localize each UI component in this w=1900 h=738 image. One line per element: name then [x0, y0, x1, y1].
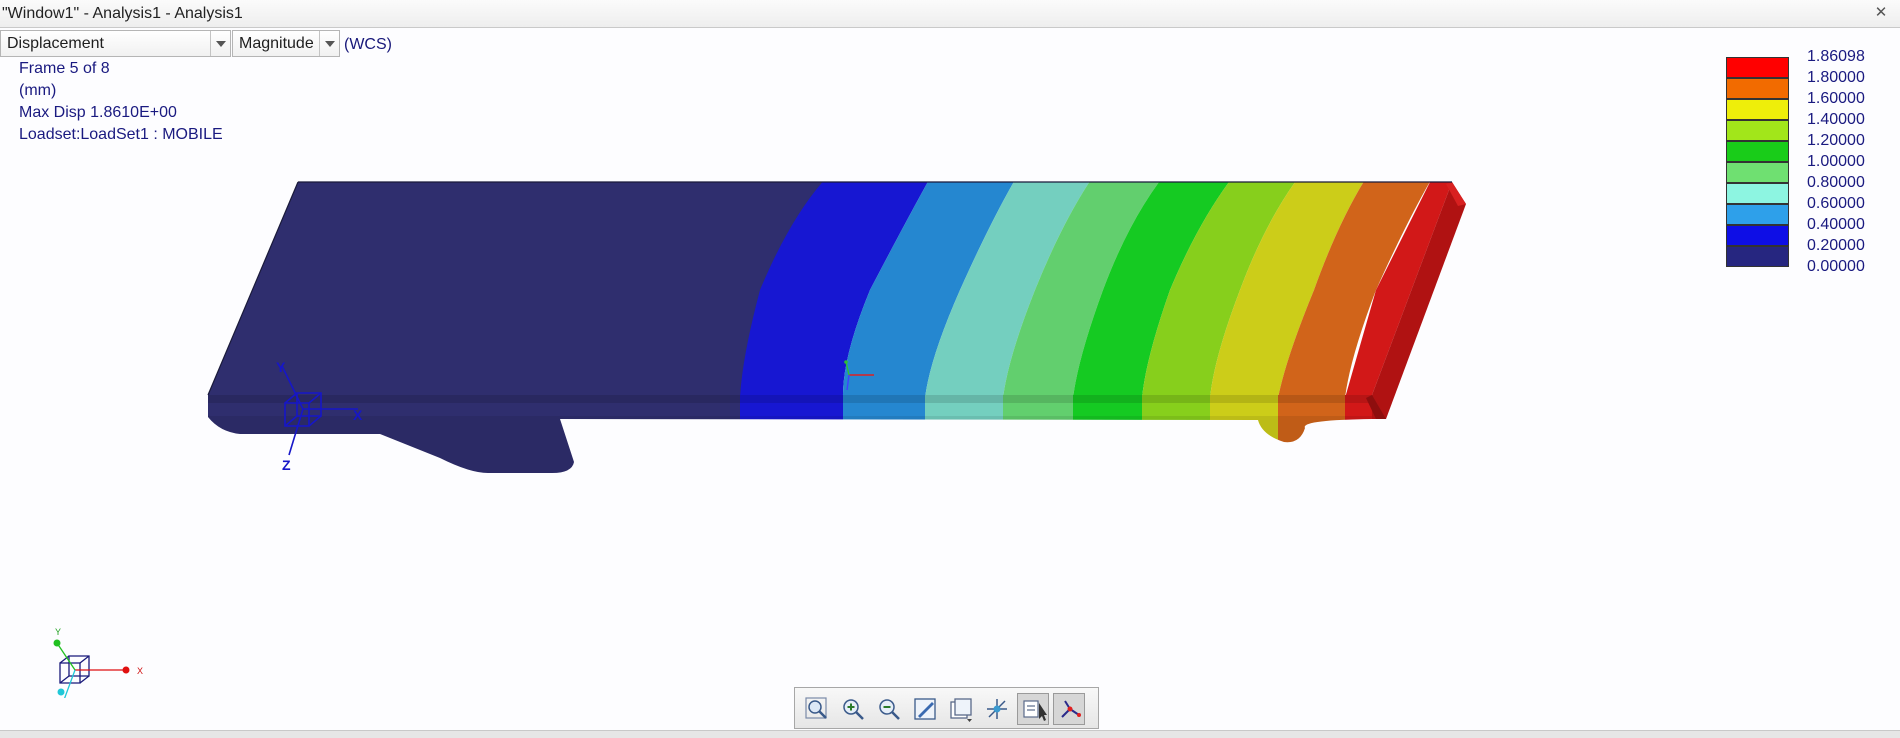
model-top-face: [208, 182, 1452, 395]
result-info: Frame 5 of 8 (mm) Max Disp 1.8610E+00 Lo…: [19, 58, 223, 146]
legend-swatch: [1726, 183, 1789, 204]
refit-icon: [805, 697, 827, 719]
legend-label: 1.20000: [1807, 132, 1865, 149]
close-icon[interactable]: ✕: [1872, 4, 1890, 22]
legend-label: 1.60000: [1807, 90, 1865, 107]
spin-center-button[interactable]: [981, 693, 1013, 725]
units-label: (mm): [19, 82, 57, 99]
spin-center-icon: [987, 699, 1007, 719]
saved-views-icon: [950, 698, 972, 722]
window-title: "Window1" - Analysis1 - Analysis1: [2, 5, 243, 22]
repaint-button[interactable]: [909, 693, 941, 725]
legend-label: 0.80000: [1807, 174, 1865, 191]
legend-label: 1.00000: [1807, 153, 1865, 170]
query-icon: [1023, 700, 1047, 721]
refit-button[interactable]: [801, 693, 833, 725]
model-front-face: [208, 395, 1372, 473]
legend-swatch: [1726, 78, 1789, 99]
legend-label: 0.60000: [1807, 195, 1865, 212]
model-csys-y-label: Y: [276, 359, 286, 375]
legend-swatch: [1726, 141, 1789, 162]
dynamic-query-button[interactable]: [1053, 693, 1085, 725]
legend-swatch: [1726, 99, 1789, 120]
chevron-down-icon[interactable]: [210, 31, 230, 56]
legend-label: 0.40000: [1807, 216, 1865, 233]
zoom-in-icon: [843, 699, 864, 720]
loadset-label: Loadset:LoadSet1 : MOBILE: [19, 126, 223, 143]
status-bar: [0, 730, 1900, 738]
legend-label: 1.86098: [1807, 48, 1865, 65]
result-type-value: Displacement: [7, 35, 104, 52]
chevron-down-icon[interactable]: [319, 31, 339, 56]
view-toolbar: [794, 687, 1099, 729]
tripod-x-label: X: [137, 666, 143, 676]
legend-swatch: [1726, 246, 1789, 267]
results-viewport[interactable]: X Y Z Displacement Magnitude (WCS) Frame…: [0, 28, 1900, 730]
legend-label: 0.00000: [1807, 258, 1865, 275]
color-legend: 1.86098 1.80000 1.60000 1.40000 1.20000 1.000…: [1726, 48, 1886, 298]
legend-swatch: [1726, 120, 1789, 141]
dynamic-query-icon: [1061, 700, 1081, 718]
component-dropdown[interactable]: Magnitude: [232, 30, 340, 57]
tripod-y-label: Y: [55, 627, 61, 637]
window-titlebar: "Window1" - Analysis1 - Analysis1 ✕: [0, 0, 1900, 28]
legend-swatch: [1726, 162, 1789, 183]
view-orientation-tripod: X Y: [53, 627, 143, 698]
legend-label: 0.20000: [1807, 237, 1865, 254]
frame-counter: Frame 5 of 8: [19, 60, 110, 77]
csys-label: (WCS): [344, 36, 392, 53]
legend-swatch: [1726, 204, 1789, 225]
zoom-out-button[interactable]: [873, 693, 905, 725]
legend-label: 1.80000: [1807, 69, 1865, 86]
legend-label: 1.40000: [1807, 111, 1865, 128]
zoom-out-icon: [879, 699, 900, 720]
band-0: [208, 182, 826, 395]
model-csys-z-label: Z: [282, 457, 291, 473]
repaint-icon: [914, 698, 936, 720]
legend-swatch: [1726, 57, 1789, 78]
legend-swatch: [1726, 225, 1789, 246]
max-displacement: Max Disp 1.8610E+00: [19, 104, 177, 121]
query-button[interactable]: [1017, 693, 1049, 725]
zoom-in-button[interactable]: [837, 693, 869, 725]
saved-orientations-button[interactable]: [945, 693, 977, 725]
model-csys-x-label: X: [353, 407, 363, 423]
result-type-dropdown[interactable]: Displacement: [0, 30, 231, 57]
model-view: X Y Z: [207, 181, 1466, 473]
component-value: Magnitude: [239, 35, 314, 52]
